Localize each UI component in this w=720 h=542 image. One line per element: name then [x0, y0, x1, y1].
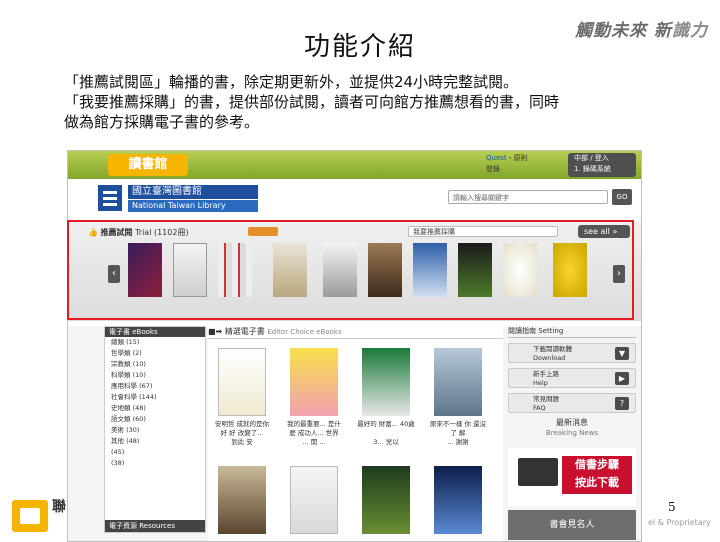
login-panel[interactable]: 中部 / 登入 1. 錄碼系統: [568, 153, 636, 177]
footer-text: 聯: [52, 499, 66, 515]
help-label-en: Help: [533, 379, 548, 387]
brand-logo-a: 觸動未來 新: [575, 21, 672, 41]
category-item[interactable]: 語文類 (60): [105, 414, 205, 425]
categories-heading: 電子書 eBooks: [105, 327, 205, 337]
search-button[interactable]: GO: [612, 189, 632, 205]
book-caption[interactable]: 最好的 財富... 40歲: [356, 420, 416, 429]
top-links: Quest・原則 登錄: [486, 153, 566, 177]
help-label: 新手上路: [533, 370, 559, 378]
website-screenshot: 讀書館 Quest・原則 登錄 中部 / 登入 1. 錄碼系統 國立臺灣圖書館 …: [67, 150, 642, 542]
book-cover[interactable]: [290, 466, 338, 534]
resources-heading[interactable]: 電子資源 Resources: [105, 520, 205, 532]
faq-label-en: FAQ: [533, 404, 546, 412]
download-button[interactable]: 下載閱讀軟體 Download ▼: [508, 343, 636, 363]
faq-label: 常見問題: [533, 395, 559, 403]
top-link-line2[interactable]: 登錄: [486, 165, 500, 173]
top-link-rest[interactable]: ・原則: [507, 154, 528, 162]
category-item[interactable]: 總類 (15): [105, 337, 205, 348]
intro-text: 「推薦試閱區」輪播的書，除定期更新外，並提供24小時完整試閱。 「我要推薦採購」…: [64, 72, 664, 132]
download-label-en: Download: [533, 354, 566, 362]
intro-line-1: 「推薦試閱區」輪播的書，除定期更新外，並提供24小時完整試閱。: [64, 73, 519, 91]
book-caption[interactable]: 3... 兒以: [356, 438, 416, 447]
library-header: 國立臺灣圖書館 National Taiwan Library 請輸入搜尋關鍵字…: [68, 179, 641, 215]
login-line-2[interactable]: 1. 錄碼系統: [574, 165, 611, 173]
editor-heading: ■➡ 精選電子書 Editor Choice eBooks: [208, 326, 503, 339]
editor-choice: ■➡ 精選電子書 Editor Choice eBooks 安明哲 成就的是你 …: [208, 326, 503, 541]
borrow-guide-line-1: 借書步驟: [575, 458, 619, 471]
download-label: 下載閱讀軟體: [533, 345, 572, 353]
book-cover[interactable]: [218, 348, 266, 416]
highlight-frame: [67, 220, 634, 320]
category-item[interactable]: 社會科學 (144): [105, 392, 205, 403]
category-item[interactable]: 科學類 (10): [105, 370, 205, 381]
site-topbar: 讀書館 Quest・原則 登錄 中部 / 登入 1. 錄碼系統: [68, 151, 641, 179]
search-input[interactable]: 請輸入搜尋關鍵字: [448, 190, 608, 204]
book-cover[interactable]: [362, 466, 410, 534]
category-item[interactable]: 其他 (48): [105, 436, 205, 447]
book-cover[interactable]: [290, 348, 338, 416]
category-item[interactable]: 美術 (30): [105, 425, 205, 436]
category-item[interactable]: (45): [105, 447, 205, 458]
guide-heading: 閱讀指南 Setting: [508, 326, 636, 338]
book-caption[interactable]: 到此 安: [212, 438, 272, 447]
borrow-guide-line-2: 按此下載: [575, 476, 619, 489]
category-item[interactable]: 宗教類 (10): [105, 359, 205, 370]
news-heading-en: Breaking News: [545, 429, 599, 437]
category-item[interactable]: 史地類 (48): [105, 403, 205, 414]
help-button[interactable]: 新手上路 Help ▶: [508, 368, 636, 388]
page-number: 5: [668, 500, 676, 514]
site-logo[interactable]: 讀書館: [108, 154, 188, 176]
book-cover[interactable]: [434, 348, 482, 416]
library-logo-icon: [98, 185, 122, 211]
book-caption[interactable]: 安明哲 成就的是你 好 好 改變了...: [212, 420, 272, 438]
news-heading-cn: 最新消息: [556, 418, 588, 427]
book-caption[interactable]: ... 開 ...: [284, 438, 344, 447]
book-caption[interactable]: ... 謝謝: [428, 438, 488, 447]
category-item[interactable]: (38): [105, 458, 205, 469]
download-icon: ▼: [615, 347, 629, 360]
book-caption[interactable]: 我的最重要... 是什麼 成功人... 世界: [284, 420, 344, 438]
borrow-guide-text: 借書步驟 按此下載: [562, 456, 632, 494]
book-cover[interactable]: [434, 466, 482, 534]
quest-link[interactable]: Quest: [486, 154, 507, 162]
category-item[interactable]: 哲學類 (2): [105, 348, 205, 359]
intro-line-2: 「我要推薦採購」的書，提供部份試閱，讀者可向館方推薦想看的書，同時: [64, 93, 560, 111]
reading-guide: 閱讀指南 Setting 下載閱讀軟體 Download ▼ 新手上路 Help…: [508, 326, 636, 541]
book-cover[interactable]: [362, 348, 410, 416]
meet-author-banner[interactable]: 書會見名人: [508, 510, 636, 540]
news-heading: 最新消息 Breaking News: [508, 418, 636, 438]
footer-logo-face: [20, 508, 40, 524]
library-logo[interactable]: 國立臺灣圖書館 National Taiwan Library: [98, 185, 258, 213]
question-icon: ?: [615, 397, 629, 410]
intro-line-3: 做為館方採購電子書的參考。: [64, 113, 260, 131]
play-icon: ▶: [615, 372, 629, 385]
library-name-cn: 國立臺灣圖書館: [128, 185, 258, 199]
book-caption[interactable]: 原來不一樣 你 還沒了 解: [428, 420, 488, 438]
ebook-categories: 電子書 eBooks 總類 (15) 哲學類 (2) 宗教類 (10) 科學類 …: [104, 326, 206, 533]
footer-logo: [12, 500, 48, 532]
editor-heading-cn: 精選電子書: [224, 327, 265, 336]
brand-logo: 觸動未來 新識力: [575, 16, 708, 41]
library-name-en: National Taiwan Library: [128, 200, 258, 212]
faq-button[interactable]: 常見問題 FAQ ?: [508, 393, 636, 413]
borrow-guide-banner[interactable]: 借書步驟 按此下載: [508, 448, 636, 506]
laptop-icon: [518, 458, 558, 486]
category-item[interactable]: 應用科學 (67): [105, 381, 205, 392]
login-line-1[interactable]: 中部 / 登入: [574, 154, 609, 162]
book-cover[interactable]: [218, 466, 266, 534]
lower-content: 電子書 eBooks 總類 (15) 哲學類 (2) 宗教類 (10) 科學類 …: [68, 326, 641, 541]
brand-logo-b: 識力: [672, 21, 708, 41]
editor-heading-en: Editor Choice eBooks: [267, 328, 342, 336]
footer-right-text: el & Proprietary: [648, 518, 711, 527]
